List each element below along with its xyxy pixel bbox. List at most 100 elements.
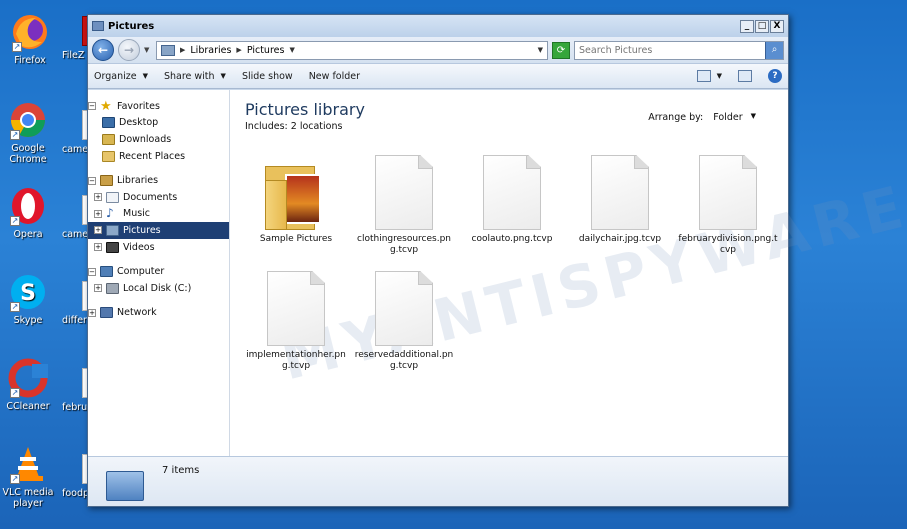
nav-label: Pictures [123, 224, 161, 236]
slide-show-button[interactable]: Slide show [242, 71, 293, 82]
desktop-icon [102, 117, 115, 129]
expand-icon[interactable]: + [94, 284, 102, 293]
nav-item-desktop[interactable]: Desktop [88, 115, 229, 132]
file-thumbnail [699, 150, 757, 230]
close-button[interactable]: X [770, 19, 784, 33]
firefox-icon: ↗ [10, 12, 50, 52]
desktop-file-label: FileZ [62, 50, 85, 61]
help-icon[interactable]: ? [768, 69, 782, 83]
maximize-button[interactable]: □ [755, 19, 769, 33]
back-button[interactable]: ← [92, 39, 114, 61]
file-item[interactable]: februarydivision.png.tcvp [674, 150, 782, 256]
nav-item-local-disk[interactable]: + Local Disk (C:) [88, 280, 229, 297]
address-bar[interactable]: ▶ Libraries ▶ Pictures ▼ ▼ [156, 40, 548, 60]
nav-item-recent-places[interactable]: Recent Places [88, 148, 229, 165]
collapse-icon[interactable]: − [88, 102, 96, 111]
nav-item-computer[interactable]: − Computer [88, 263, 229, 280]
desktop-icon-ccleaner[interactable]: ↗ CCleaner [0, 358, 56, 412]
library-details-icon [106, 471, 144, 501]
preview-pane-icon[interactable] [738, 70, 752, 82]
shortcut-arrow-icon: ↗ [12, 42, 22, 52]
expand-icon[interactable]: + [94, 209, 102, 218]
nav-label: Libraries [117, 175, 159, 187]
nav-item-downloads[interactable]: Downloads [88, 131, 229, 148]
nav-item-network[interactable]: + Network [88, 305, 229, 322]
blank-file-icon [483, 155, 541, 230]
title-bar[interactable]: Pictures _ □ X [88, 15, 788, 37]
arrange-by: Arrange by: Folder ▼ [648, 112, 756, 123]
view-icon [696, 70, 711, 82]
file-item[interactable]: coolauto.png.tcvp [458, 150, 566, 256]
window-title: Pictures [108, 20, 155, 32]
expand-icon[interactable]: + [94, 243, 102, 252]
shortcut-arrow-icon: ↗ [10, 302, 20, 312]
search-box[interactable]: ⌕ [574, 40, 784, 60]
expand-icon[interactable]: + [88, 308, 96, 317]
search-input[interactable] [579, 44, 765, 56]
new-folder-button[interactable]: New folder [309, 71, 360, 82]
breadcrumb-separator-icon[interactable]: ▶ [180, 46, 185, 54]
file-item[interactable]: clothingresources.png.tcvp [350, 150, 458, 256]
shortcut-arrow-icon: ↗ [10, 216, 20, 226]
nav-item-music[interactable]: + ♪ Music [88, 206, 229, 223]
forward-button[interactable]: → [118, 39, 140, 61]
command-bar: Organize ▼ Share with ▼ Slide show New fol… [88, 63, 788, 89]
desktop-icon-opera[interactable]: ↗ Opera [0, 186, 56, 240]
file-thumbnail [375, 266, 433, 346]
folder-thumbnail [265, 150, 327, 230]
shortcut-arrow-icon: ↗ [10, 474, 20, 484]
file-item[interactable]: dailychair.jpg.tcvp [566, 150, 674, 256]
desktop-icon-chrome[interactable]: ↗ Google Chrome [0, 100, 56, 165]
file-name: dailychair.jpg.tcvp [578, 234, 662, 244]
nav-label: Local Disk (C:) [123, 282, 192, 294]
breadcrumb-libraries[interactable]: Libraries [190, 45, 231, 56]
arrange-by-dropdown[interactable]: Folder ▼ [713, 112, 756, 123]
details-pane: 7 items [88, 456, 788, 506]
desktop-file-label: differ [62, 315, 87, 326]
breadcrumb-pictures[interactable]: Pictures [247, 45, 285, 56]
file-thumbnail [375, 150, 433, 230]
pictures-library-icon [161, 44, 175, 56]
expand-icon[interactable]: + [94, 226, 102, 235]
file-name: februarydivision.png.tcvp [678, 234, 778, 255]
breadcrumb-separator-icon[interactable]: ▶ [236, 46, 241, 54]
desktop-file-label: febru [62, 402, 88, 413]
nav-item-libraries[interactable]: − Libraries [88, 172, 229, 189]
ccleaner-icon: ↗ [8, 358, 48, 398]
collapse-icon[interactable]: − [88, 267, 96, 276]
nav-item-favorites[interactable]: − ★ Favorites [88, 98, 229, 115]
file-item[interactable]: implementationher.png.tcvp [242, 266, 350, 372]
address-dropdown-icon[interactable]: ▼ [538, 46, 543, 54]
desktop-icon-skype[interactable]: S ↗ Skype [0, 272, 56, 326]
expand-icon[interactable]: + [94, 193, 102, 202]
collapse-icon[interactable]: − [88, 176, 96, 185]
nav-gap [88, 297, 229, 305]
nav-label: Videos [123, 241, 155, 253]
share-with-button[interactable]: Share with ▼ [164, 71, 226, 82]
change-view-button[interactable]: ▼ [696, 70, 722, 82]
chevron-down-icon: ▼ [142, 72, 148, 80]
nav-item-pictures[interactable]: + Pictures [88, 222, 229, 239]
recent-pages-dropdown-icon[interactable]: ▼ [144, 46, 152, 54]
pictures-icon [106, 224, 119, 236]
file-name: clothingresources.png.tcvp [357, 234, 451, 255]
file-list-pane[interactable]: Pictures library Includes: 2 locations A… [230, 90, 907, 456]
search-icon[interactable]: ⌕ [765, 41, 783, 59]
minimize-button[interactable]: _ [740, 19, 754, 33]
nav-gap [88, 164, 229, 172]
desktop-icon-vlc[interactable]: ↗ VLC media player [0, 444, 56, 509]
shortcut-arrow-icon: ↗ [10, 388, 20, 398]
breadcrumb-separator-icon[interactable]: ▼ [289, 46, 294, 54]
nav-label: Recent Places [119, 150, 186, 162]
file-item[interactable]: reservedadditional.png.tcvp [350, 266, 458, 372]
file-thumbnail [591, 150, 649, 230]
file-thumbnail [483, 150, 541, 230]
desktop-icon-firefox[interactable]: ↗ Firefox [2, 12, 58, 66]
organize-button[interactable]: Organize ▼ [94, 71, 148, 82]
folder-item[interactable]: Sample Pictures [242, 150, 350, 256]
file-name: Sample Pictures [259, 234, 333, 244]
nav-gap [88, 255, 229, 263]
refresh-button[interactable]: ⟳ [552, 41, 570, 59]
nav-item-videos[interactable]: + Videos [88, 239, 229, 256]
nav-item-documents[interactable]: + Documents [88, 189, 229, 206]
